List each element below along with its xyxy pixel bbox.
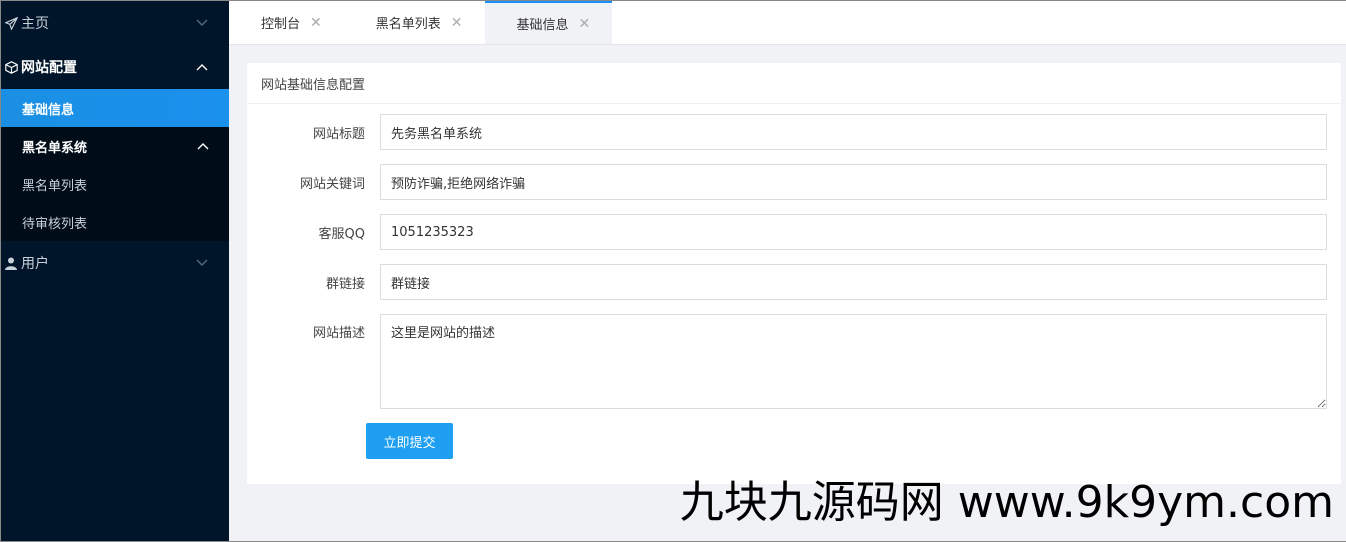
tab-bar: 控制台 ✕ 黑名单列表 ✕ 基础信息 ✕ (229, 1, 1346, 45)
close-icon[interactable]: ✕ (579, 16, 591, 32)
sidebar-item-site-config[interactable]: 网站配置 (1, 45, 229, 89)
sidebar-item-label: 黑名单列表 (22, 178, 88, 194)
form-row-qq: 客服QQ (247, 214, 1327, 250)
sidebar-item-label: 黑名单系统 (22, 140, 88, 156)
form-row-group: 群链接 (247, 264, 1327, 300)
form-row-title: 网站标题 (247, 114, 1327, 150)
service-qq-input[interactable] (380, 214, 1327, 250)
submit-row: 立即提交 (247, 423, 1327, 459)
sidebar-item-label: 网站配置 (21, 60, 77, 76)
config-card: 网站基础信息配置 网站标题 网站关键词 客服QQ 群链接 (247, 63, 1341, 484)
chevron-down-icon (195, 256, 209, 270)
tab-console[interactable]: 控制台 ✕ (229, 1, 344, 44)
sidebar-item-label: 待审核列表 (22, 216, 88, 232)
tab-label: 控制台 (261, 17, 301, 32)
field-label: 网站关键词 (299, 176, 365, 192)
sidebar-item-blacklist[interactable]: 黑名单列表 (1, 165, 229, 203)
config-form: 网站标题 网站关键词 客服QQ 群链接 网站描述 这里是网站的描述 (247, 104, 1341, 459)
paper-plane-icon (1, 16, 21, 30)
form-row-description: 网站描述 这里是网站的描述 (247, 314, 1327, 409)
tab-basic-info[interactable]: 基础信息 ✕ (484, 1, 613, 44)
sidebar-item-label: 用户 (21, 256, 49, 272)
form-row-keywords: 网站关键词 (247, 164, 1327, 200)
card-title: 网站基础信息配置 (247, 63, 1341, 104)
tab-label: 基础信息 (516, 18, 569, 33)
field-label: 网站标题 (312, 126, 365, 142)
site-description-textarea[interactable]: 这里是网站的描述 (380, 314, 1327, 409)
user-icon (1, 257, 21, 270)
sidebar-item-label: 主页 (21, 16, 49, 32)
sidebar-item-user[interactable]: 用户 (1, 241, 229, 285)
sidebar-item-home[interactable]: 主页 (1, 1, 229, 45)
tab-label: 黑名单列表 (375, 17, 441, 32)
sidebar: 主页 网站配置 基础信息 黑名单系统 黑名单列表 待审核列表 用户 (1, 1, 229, 541)
chevron-up-icon (195, 60, 209, 74)
sidebar-item-pending[interactable]: 待审核列表 (1, 203, 229, 241)
field-label: 群链接 (325, 276, 365, 292)
watermark: 九块九源码网 www.9k9ym.com (679, 477, 1334, 528)
app-window: 主页 网站配置 基础信息 黑名单系统 黑名单列表 待审核列表 用户 控制台 ✕ … (0, 0, 1346, 542)
sidebar-item-label: 基础信息 (22, 102, 75, 118)
chevron-up-icon (197, 142, 209, 150)
chevron-down-icon (195, 16, 209, 30)
sidebar-item-basic-info[interactable]: 基础信息 (1, 89, 229, 127)
field-label: 客服QQ (318, 226, 365, 242)
site-title-input[interactable] (380, 114, 1327, 150)
site-keywords-input[interactable] (380, 164, 1327, 200)
submit-button[interactable]: 立即提交 (366, 423, 453, 459)
sub-menu: 基础信息 黑名单系统 黑名单列表 待审核列表 (1, 89, 229, 241)
cube-icon (1, 60, 21, 74)
sidebar-item-blacklist-system[interactable]: 黑名单系统 (1, 127, 229, 165)
group-link-input[interactable] (380, 264, 1327, 300)
tab-blacklist[interactable]: 黑名单列表 ✕ (344, 1, 485, 44)
close-icon[interactable]: ✕ (451, 15, 463, 31)
main-content: 控制台 ✕ 黑名单列表 ✕ 基础信息 ✕ 网站基础信息配置 网站标题 网站关键词 (229, 1, 1346, 541)
field-label: 网站描述 (312, 326, 365, 341)
close-icon[interactable]: ✕ (310, 15, 322, 31)
